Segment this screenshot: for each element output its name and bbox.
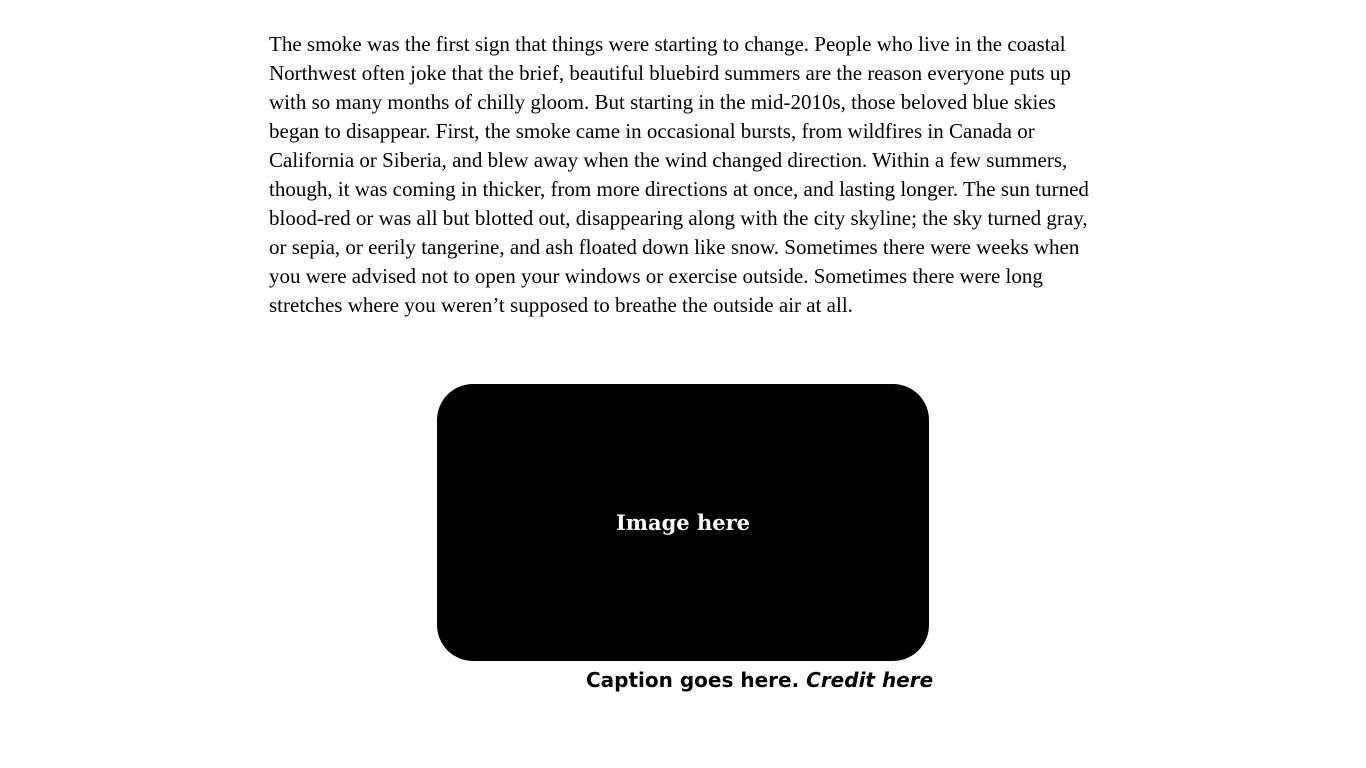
article-paragraph: The smoke was the first sign that things… [269,32,1089,317]
image-placeholder-label: Image here [615,510,751,535]
caption-text: Caption goes here. [586,668,800,692]
figure-caption: Caption goes here. Credit here [586,665,933,695]
caption-credit: Credit here [806,668,934,692]
image-placeholder: Image here [437,384,929,661]
